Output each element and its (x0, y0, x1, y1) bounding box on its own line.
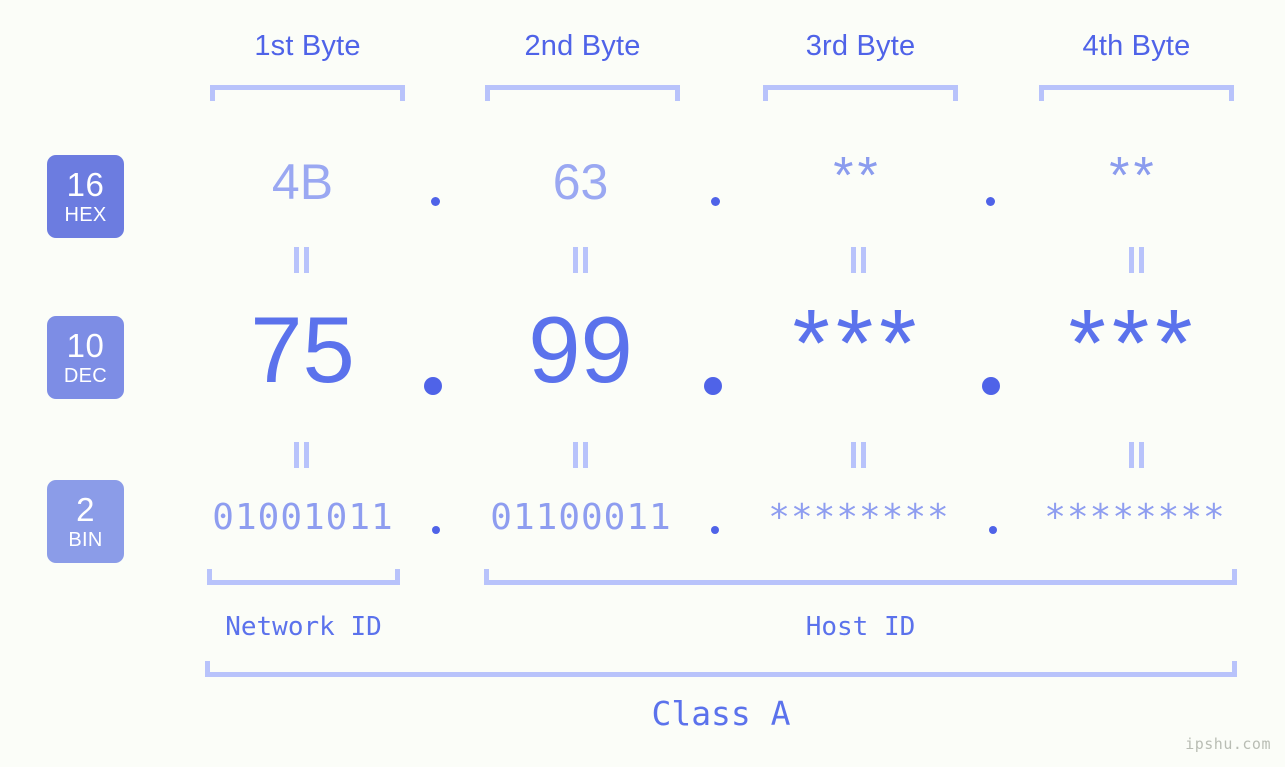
dec-dot-3 (982, 377, 1000, 395)
equals-separator-dec-bin-1 (294, 442, 309, 468)
dec-dot-2 (704, 377, 722, 395)
bin-value-byte-2: 01100011 (490, 497, 672, 538)
byte-bracket-1 (210, 85, 405, 101)
equals-separator-hex-dec-4 (1129, 247, 1144, 273)
class-label: Class A (651, 694, 791, 733)
host-id-bracket (484, 569, 1237, 585)
base-badge-dec-number: 10 (66, 327, 105, 364)
equals-separator-dec-bin-2 (573, 442, 588, 468)
base-badge-bin: 2 BIN (47, 480, 124, 563)
equals-separator-hex-dec-1 (294, 247, 309, 273)
equals-separator-hex-dec-2 (573, 247, 588, 273)
byte-bracket-4 (1039, 85, 1234, 101)
equals-separator-hex-dec-3 (851, 247, 866, 273)
bin-dot-2 (711, 526, 719, 534)
dec-dot-1 (424, 377, 442, 395)
bin-value-byte-3: ******** (768, 497, 950, 538)
hex-dot-1 (431, 197, 440, 206)
bin-value-byte-4: ******** (1044, 497, 1226, 538)
bin-dot-3 (989, 526, 997, 534)
bin-value-byte-1: 01001011 (212, 497, 394, 538)
equals-separator-dec-bin-3 (851, 442, 866, 468)
equals-separator-dec-bin-4 (1129, 442, 1144, 468)
byte-bracket-3 (763, 85, 958, 101)
site-watermark: ipshu.com (1185, 735, 1271, 753)
byte-bracket-2 (485, 85, 680, 101)
base-badge-bin-label: BIN (68, 529, 103, 551)
hex-dot-2 (711, 197, 720, 206)
base-badge-hex: 16 HEX (47, 155, 124, 238)
byte-header-1: 1st Byte (254, 30, 361, 62)
base-badge-hex-label: HEX (64, 204, 107, 226)
network-id-bracket (207, 569, 400, 585)
hex-value-byte-2: 63 (552, 154, 609, 210)
base-badge-bin-number: 2 (76, 491, 95, 528)
dec-value-byte-1: 75 (250, 297, 355, 402)
dec-value-byte-2: 99 (528, 297, 633, 402)
byte-header-4: 4th Byte (1082, 30, 1191, 62)
byte-header-2: 2nd Byte (524, 30, 641, 62)
host-id-label: Host ID (805, 612, 916, 642)
hex-value-byte-1: 4B (271, 154, 334, 210)
class-bracket (205, 661, 1237, 677)
network-id-label: Network ID (225, 612, 382, 642)
base-badge-dec: 10 DEC (47, 316, 124, 399)
dec-value-byte-4: *** (1068, 290, 1199, 397)
base-badge-dec-label: DEC (63, 365, 108, 387)
base-badge-hex-number: 16 (66, 166, 105, 203)
ip-breakdown-diagram: 1st Byte 2nd Byte 3rd Byte 4th Byte 16 H… (0, 0, 1285, 767)
bin-dot-1 (432, 526, 440, 534)
byte-header-3: 3rd Byte (805, 30, 916, 62)
dec-value-byte-3: *** (792, 290, 923, 397)
hex-dot-3 (986, 197, 995, 206)
hex-value-byte-4: ** (1109, 147, 1158, 205)
hex-value-byte-3: ** (833, 147, 882, 205)
